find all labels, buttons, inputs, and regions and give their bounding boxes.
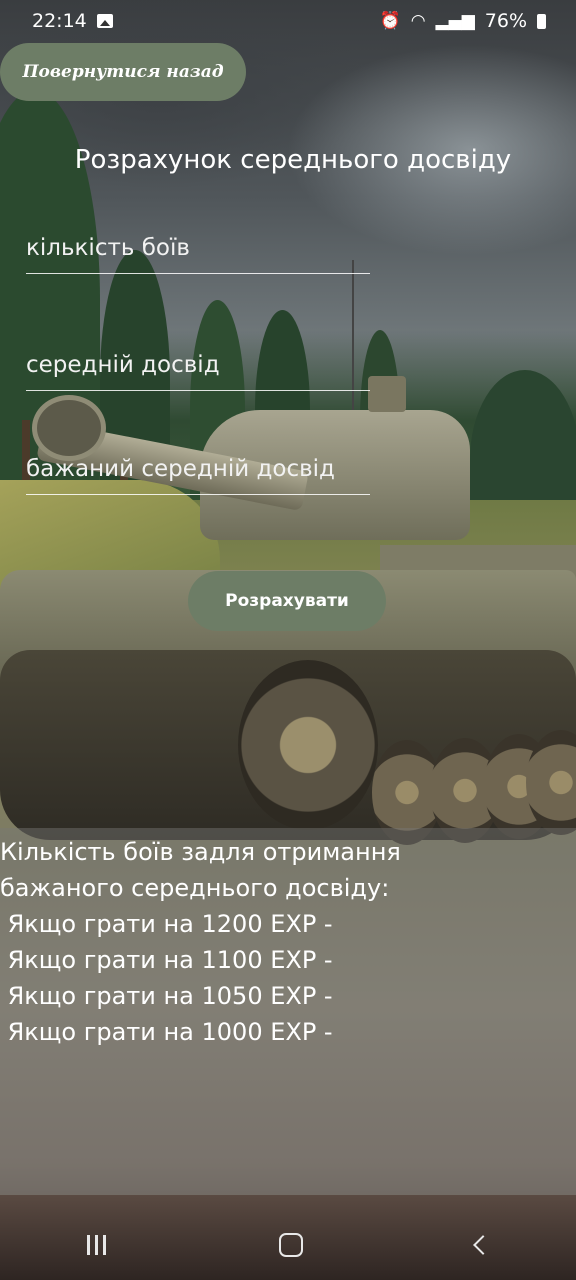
target-avg-exp-input[interactable]: бажаний середній досвід [26, 449, 370, 495]
wifi-icon: ◠ [410, 11, 426, 31]
alarm-icon: ⏰ [379, 11, 401, 31]
avg-exp-input[interactable]: середній досвід [26, 345, 370, 391]
back-icon[interactable] [472, 1235, 493, 1255]
status-time: 22:14 [32, 10, 87, 32]
result-row-1050: Якщо грати на 1050 EXP - [0, 982, 333, 1010]
result-row-1100: Якщо грати на 1100 EXP - [0, 946, 333, 974]
recent-apps-icon[interactable] [86, 1235, 106, 1255]
result-row-1000: Якщо грати на 1000 EXP - [0, 1018, 333, 1046]
back-button[interactable]: Повернутися назад [0, 43, 246, 101]
status-bar: 22:14 ⏰ ◠ ▂▄▆ 76% [0, 0, 576, 42]
result-text: Кількість боїв задля отримання бажаного … [0, 834, 576, 1050]
battery-icon [537, 13, 546, 29]
navigation-bar [0, 1210, 576, 1280]
result-row-1200: Якщо грати на 1200 EXP - [0, 910, 333, 938]
result-heading-line2: бажаного середнього досвіду: [0, 874, 390, 902]
image-icon [96, 14, 113, 28]
background-image [0, 0, 576, 1280]
result-heading-line1: Кількість боїв задля отримання [0, 838, 401, 866]
home-icon[interactable] [278, 1233, 303, 1257]
signal-icon: ▂▄▆ [435, 11, 475, 31]
battles-input[interactable]: кількість боїв [26, 228, 370, 274]
battery-percent: 76% [484, 10, 527, 32]
page-title: Розрахунок середнього досвіду [74, 145, 512, 175]
calculate-button[interactable]: Розрахувати [188, 571, 386, 631]
